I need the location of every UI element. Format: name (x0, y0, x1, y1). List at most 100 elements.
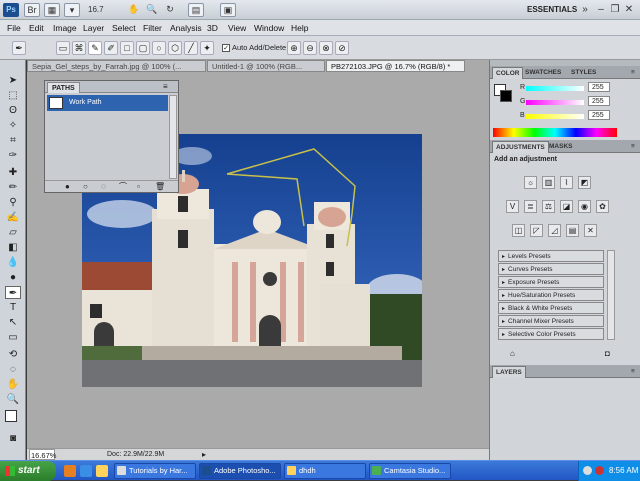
load-selection-icon[interactable]: ◌ (101, 182, 106, 192)
hand-tool-icon[interactable]: ✋ (5, 378, 21, 391)
work-path-row[interactable]: Work Path (47, 95, 168, 111)
tab-adjustments[interactable]: ADJUSTMENTS (492, 141, 549, 153)
blur-tool-icon[interactable]: 💧 (5, 256, 21, 269)
adjustments-scrollbar[interactable] (607, 250, 615, 340)
crop-tool-icon[interactable]: ⌗ (5, 134, 21, 147)
rotate-view-icon[interactable]: ↻ (162, 3, 178, 17)
preset-selective-color[interactable]: ▸ Selective Color Presets (498, 328, 604, 340)
hand-icon[interactable]: ✋ (126, 3, 142, 17)
intersect-path-icon[interactable]: ⊗ (319, 41, 333, 55)
zoom-icon[interactable]: 🔍 (144, 3, 160, 17)
color-spectrum-bar[interactable] (493, 128, 617, 137)
slider-b-value[interactable]: 255 (588, 110, 610, 120)
preset-levels[interactable]: ▸ Levels Presets (498, 250, 604, 262)
tab-layers[interactable]: LAYERS (492, 366, 526, 378)
menu-3d[interactable]: 3D (207, 22, 218, 34)
paths-mode-icon[interactable]: ⌘ (72, 41, 86, 55)
clone-stamp-tool-icon[interactable]: ⚲ (5, 196, 21, 209)
workspace-switcher[interactable]: ESSENTIALS (527, 3, 577, 17)
preset-channel-mixer[interactable]: ▸ Channel Mixer Presets (498, 315, 604, 327)
path-selection-tool-icon[interactable]: ↖ (5, 316, 21, 329)
panel-menu-icon[interactable]: ≡ (163, 81, 168, 92)
threshold-icon[interactable]: ◿ (548, 224, 561, 237)
freeform-pen-icon[interactable]: ✐ (104, 41, 118, 55)
background-swatch[interactable] (500, 90, 512, 102)
pen-tool-icon[interactable]: ✒ (5, 286, 21, 299)
workspace-menu-icon[interactable]: » (578, 3, 592, 17)
preset-curves[interactable]: ▸ Curves Presets (498, 263, 604, 275)
menu-view[interactable]: View (228, 22, 246, 34)
custom-shape-icon[interactable]: ✦ (200, 41, 214, 55)
menu-image[interactable]: Image (53, 22, 77, 34)
eyedropper-tool-icon[interactable]: ✑ (5, 149, 21, 162)
3d-orbit-tool-icon[interactable]: ◌ (5, 363, 21, 376)
panel-menu-icon[interactable]: ≡ (628, 67, 638, 79)
view-extras-button[interactable]: ▦ (44, 3, 60, 17)
network-icon[interactable] (583, 466, 592, 475)
history-brush-tool-icon[interactable]: ✍ (5, 211, 21, 224)
vibrance-icon[interactable]: V (506, 200, 519, 213)
zoom-menu-button[interactable]: ▾ (64, 3, 80, 17)
document-tab-active[interactable]: PB272103.JPG @ 16.7% (RGB/8) * (326, 60, 465, 72)
slider-g[interactable] (526, 100, 584, 105)
gradient-tool-icon[interactable]: ◧ (5, 241, 21, 254)
fill-path-icon[interactable]: ● (65, 182, 70, 192)
paths-tab[interactable]: PATHS (47, 82, 80, 93)
invert-icon[interactable]: ◫ (512, 224, 525, 237)
posterize-icon[interactable]: ◸ (530, 224, 543, 237)
shape-tool-icon[interactable]: ▭ (5, 331, 21, 344)
minimize-button[interactable]: – (594, 3, 608, 17)
rounded-rectangle-icon[interactable]: ▢ (136, 41, 150, 55)
rectangle-icon[interactable]: □ (120, 41, 134, 55)
delete-path-icon[interactable]: 🗑 (155, 182, 165, 192)
slider-b[interactable] (526, 114, 584, 119)
panel-options-icon[interactable]: ◘ (605, 349, 610, 358)
tab-masks[interactable]: MASKS (546, 141, 575, 153)
screen-mode-button[interactable]: ▣ (220, 3, 236, 17)
quicklaunch-firefox-icon[interactable] (64, 465, 76, 477)
shape-layers-icon[interactable]: ▭ (56, 41, 70, 55)
clip-layer-icon[interactable]: ⌂ (510, 349, 515, 358)
preset-exposure[interactable]: ▸ Exposure Presets (498, 276, 604, 288)
menu-edit[interactable]: Edit (29, 22, 44, 34)
zoom-level-select[interactable]: 16.7 (88, 4, 118, 16)
tab-color[interactable]: COLOR (492, 67, 524, 79)
slider-g-value[interactable]: 255 (588, 96, 610, 106)
quick-mask-icon[interactable]: ◙ (5, 432, 21, 445)
status-menu-arrow-icon[interactable]: ▸ (202, 449, 206, 460)
panel-menu-icon[interactable]: ≡ (628, 141, 638, 153)
gradient-map-icon[interactable]: ▤ (566, 224, 579, 237)
zoom-tool-icon[interactable]: 🔍 (5, 393, 21, 406)
move-tool-icon[interactable]: ➤ (5, 74, 21, 87)
line-icon[interactable]: ╱ (184, 41, 198, 55)
ellipse-icon[interactable]: ○ (152, 41, 166, 55)
subtract-path-icon[interactable]: ⊖ (303, 41, 317, 55)
marquee-tool-icon[interactable]: ⬚ (5, 89, 21, 102)
task-photoshop[interactable]: Adobe Photosho... (199, 463, 281, 479)
document-tab-sepia[interactable]: Sepia_Gel_steps_by_Farrah.jpg @ 100% (..… (27, 60, 206, 72)
bridge-button[interactable]: Br (24, 3, 40, 17)
brush-tool-icon[interactable]: ✏ (5, 181, 21, 194)
eraser-tool-icon[interactable]: ▱ (5, 226, 21, 239)
color-balance-icon[interactable]: ⚖ (542, 200, 555, 213)
brightness-contrast-icon[interactable]: ☼ (524, 176, 537, 189)
tab-styles[interactable]: STYLES (568, 67, 599, 79)
pen-icon[interactable]: ✎ (88, 41, 102, 55)
menu-analysis[interactable]: Analysis (170, 22, 202, 34)
3d-rotate-tool-icon[interactable]: ⟲ (5, 348, 21, 361)
exclude-path-icon[interactable]: ⊘ (335, 41, 349, 55)
stroke-path-icon[interactable]: ○ (83, 182, 88, 192)
dodge-tool-icon[interactable]: ● (5, 271, 21, 284)
quicklaunch-folder-icon[interactable] (96, 465, 108, 477)
task-tutorials[interactable]: Tutorials by Har... (114, 463, 196, 479)
curves-icon[interactable]: ⌇ (560, 176, 573, 189)
zoom-percentage-field[interactable]: 16.67% (29, 449, 56, 460)
slider-r-value[interactable]: 255 (588, 82, 610, 92)
make-work-path-icon[interactable]: ⌒ (119, 182, 127, 192)
paths-scrollbar[interactable] (169, 95, 177, 179)
menu-window[interactable]: Window (254, 22, 284, 34)
menu-select[interactable]: Select (112, 22, 136, 34)
selective-color-icon[interactable]: ✕ (584, 224, 597, 237)
black-white-icon[interactable]: ◪ (560, 200, 573, 213)
slider-r[interactable] (526, 86, 584, 91)
